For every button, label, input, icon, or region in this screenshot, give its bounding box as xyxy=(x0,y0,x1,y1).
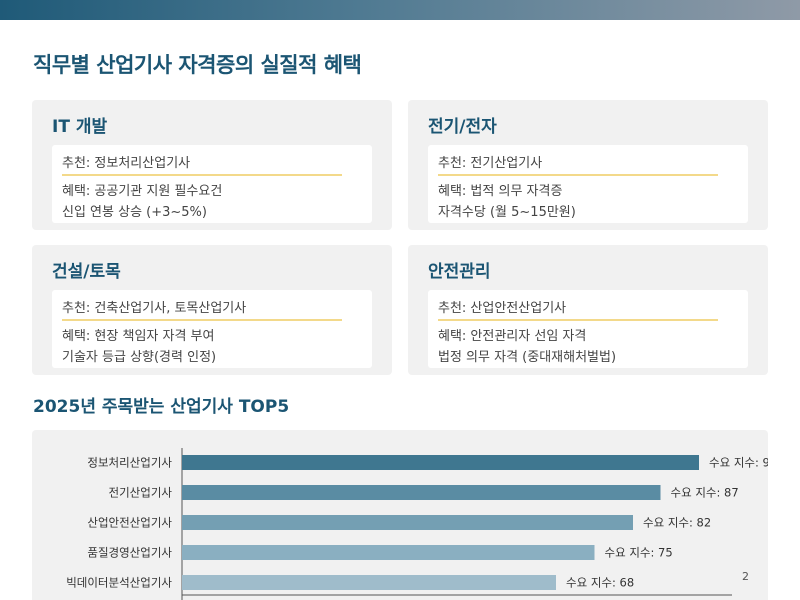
category-label: 빅데이터분석산업기사 xyxy=(66,576,172,590)
benefit-line: 혜택: 법적 의무 자격증 xyxy=(438,184,563,199)
card-content: 추천: 전기산업기사 혜택: 법적 의무 자격증 자격수당 (월 5~15만원) xyxy=(428,145,748,223)
divider xyxy=(62,174,342,176)
recommendation-text: 추천: 건축산업기사, 토목산업기사 xyxy=(62,301,247,316)
data-label: 수요 지수: 94 xyxy=(709,456,768,470)
benefit-line: 자격수당 (월 5~15만원) xyxy=(438,205,576,220)
bar xyxy=(182,515,633,530)
bar-chart: 정보처리산업기사 수요 지수: 94 전기산업기사 수요 지수: 87 산업안전산업기사… xyxy=(66,448,768,600)
data-label: 수요 지수: 75 xyxy=(605,546,673,560)
recommendation-text: 추천: 산업안전산업기사 xyxy=(438,301,567,316)
top-accent-bar xyxy=(0,0,800,20)
benefit-line: 법정 의무 자격 (중대재해처벌법) xyxy=(438,350,617,365)
category-label: 전기산업기사 xyxy=(109,486,173,500)
card-safety: 안전관리 추천: 산업안전산업기사 혜택: 안전관리자 선임 자격 법정 의무 … xyxy=(408,245,768,375)
bar xyxy=(182,455,699,470)
benefit-text: 혜택: 법적 의무 자격증 자격수당 (월 5~15만원) xyxy=(438,181,576,223)
card-electrical: 전기/전자 추천: 전기산업기사 혜택: 법적 의무 자격증 자격수당 (월 5… xyxy=(408,100,768,230)
recommendation-text: 추천: 전기산업기사 xyxy=(438,156,543,171)
category-label: 품질경영산업기사 xyxy=(87,546,172,560)
card-construction: 건설/토목 추천: 건축산업기사, 토목산업기사 혜택: 현장 책임자 자격 부… xyxy=(32,245,392,375)
divider xyxy=(438,174,718,176)
divider xyxy=(62,319,342,321)
benefit-line: 기술자 등급 상향(경력 인정) xyxy=(62,350,217,365)
benefit-text: 혜택: 공공기관 지원 필수요건 신입 연봉 상승 (+3~5%) xyxy=(62,181,222,223)
card-content: 추천: 정보처리산업기사 혜택: 공공기관 지원 필수요건 신입 연봉 상승 (… xyxy=(52,145,372,223)
page-number: 2 xyxy=(742,570,749,583)
data-label: 수요 지수: 68 xyxy=(566,576,634,590)
category-label: 산업안전산업기사 xyxy=(87,516,172,530)
card-content: 추천: 건축산업기사, 토목산업기사 혜택: 현장 책임자 자격 부여 기술자 … xyxy=(52,290,372,368)
card-title: 건설/토목 xyxy=(52,262,121,282)
benefit-line: 신입 연봉 상승 (+3~5%) xyxy=(62,205,207,220)
bar xyxy=(182,575,556,590)
card-content: 추천: 산업안전산업기사 혜택: 안전관리자 선임 자격 법정 의무 자격 (중… xyxy=(428,290,748,368)
divider xyxy=(438,319,718,321)
recommendation-text: 추천: 정보처리산업기사 xyxy=(62,156,191,171)
data-label: 수요 지수: 87 xyxy=(671,486,739,500)
card-title: 전기/전자 xyxy=(428,117,497,137)
card-it-development: IT 개발 추천: 정보처리산업기사 혜택: 공공기관 지원 필수요건 신입 연… xyxy=(32,100,392,230)
chart-container: 정보처리산업기사 수요 지수: 94 전기산업기사 수요 지수: 87 산업안전산업기사… xyxy=(32,430,768,600)
benefit-text: 혜택: 현장 책임자 자격 부여 기술자 등급 상향(경력 인정) xyxy=(62,326,216,368)
bar xyxy=(182,545,595,560)
benefit-text: 혜택: 안전관리자 선임 자격 법정 의무 자격 (중대재해처벌법) xyxy=(438,326,616,368)
page-title: 직무별 산업기사 자격증의 실질적 혜택 xyxy=(33,53,362,77)
category-label: 정보처리산업기사 xyxy=(87,456,172,470)
data-label: 수요 지수: 82 xyxy=(643,516,711,530)
card-title: IT 개발 xyxy=(52,117,108,137)
section-title: 2025년 주목받는 산업기사 TOP5 xyxy=(33,397,290,417)
bar xyxy=(182,485,661,500)
benefit-line: 혜택: 현장 책임자 자격 부여 xyxy=(62,329,215,344)
benefit-line: 혜택: 안전관리자 선임 자격 xyxy=(438,329,587,344)
card-title: 안전관리 xyxy=(428,262,491,282)
benefit-line: 혜택: 공공기관 지원 필수요건 xyxy=(62,184,223,199)
